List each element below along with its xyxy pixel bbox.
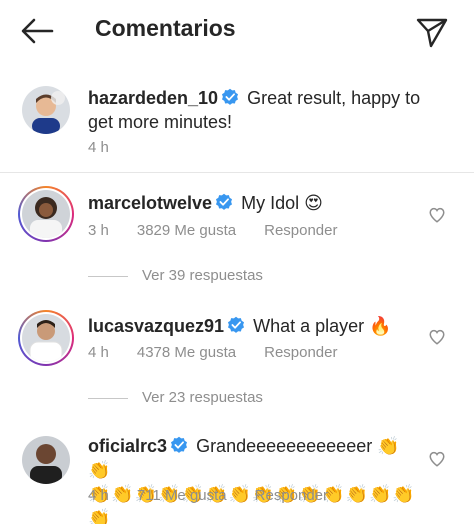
comment-body: My Idol 😍	[241, 193, 323, 213]
reply-button[interactable]: Responder	[264, 222, 337, 239]
comment-username[interactable]: lucasvazquez91	[88, 316, 224, 336]
comment-time: 4 h	[88, 344, 109, 361]
verified-badge-icon	[216, 193, 233, 210]
back-button[interactable]	[18, 16, 58, 46]
comment-meta: 4 h 4378 Me gusta Responder	[88, 344, 366, 361]
comment-time: 3 h	[88, 222, 109, 239]
view-replies-link[interactable]: Ver 23 respuestas	[88, 389, 263, 406]
caption-time: 4 h	[88, 139, 109, 156]
reply-button[interactable]: Responder	[255, 487, 328, 504]
reply-button[interactable]: Responder	[264, 344, 337, 361]
likes-count[interactable]: 711 Me gusta	[137, 487, 227, 504]
view-replies-label: Ver 39 respuestas	[142, 267, 263, 284]
top-bar: Comentarios	[0, 0, 474, 62]
paper-plane-icon	[416, 18, 448, 48]
replies-line	[88, 397, 128, 399]
verified-badge-icon	[171, 436, 188, 453]
view-replies-label: Ver 23 respuestas	[142, 389, 263, 406]
comment-username[interactable]: oficialrc3	[88, 436, 167, 456]
replies-line	[88, 275, 128, 277]
comment-meta: 4 h 711 Me gusta Responder	[88, 487, 356, 504]
arrow-left-icon	[21, 18, 54, 44]
caption-avatar[interactable]	[22, 86, 70, 134]
comment-avatar[interactable]	[18, 310, 74, 366]
likes-count[interactable]: 3829 Me gusta	[137, 222, 236, 239]
view-replies-link[interactable]: Ver 39 respuestas	[88, 267, 263, 284]
comment-time: 4 h	[88, 487, 109, 504]
comment-text: oficialrc3 Grandeeeeeeeeeeeer 👏👏 👏👏👏👏👏👏👏…	[88, 434, 418, 524]
heart-outline-icon[interactable]	[428, 328, 446, 346]
likes-count[interactable]: 4378 Me gusta	[137, 344, 236, 361]
caption-meta: 4 h	[88, 139, 137, 156]
caption-text: hazardeden_10 Great result, happy to get…	[88, 86, 428, 134]
verified-badge-icon	[228, 316, 245, 333]
comment-avatar[interactable]	[22, 436, 70, 484]
caption-username[interactable]: hazardeden_10	[88, 88, 218, 108]
comment-body: What a player 🔥	[253, 316, 392, 336]
heart-outline-icon[interactable]	[428, 206, 446, 224]
send-button[interactable]	[414, 14, 450, 50]
comment-username[interactable]: marcelotwelve	[88, 193, 212, 213]
page-title: Comentarios	[95, 15, 236, 41]
comment-avatar[interactable]	[18, 186, 74, 242]
comment-meta: 3 h 3829 Me gusta Responder	[88, 222, 366, 239]
verified-badge-icon	[222, 88, 239, 105]
comment-text: lucasvazquez91 What a player 🔥	[88, 314, 418, 338]
heart-outline-icon[interactable]	[428, 450, 446, 468]
caption-divider	[0, 172, 474, 173]
comment-text: marcelotwelve My Idol 😍	[88, 191, 418, 215]
